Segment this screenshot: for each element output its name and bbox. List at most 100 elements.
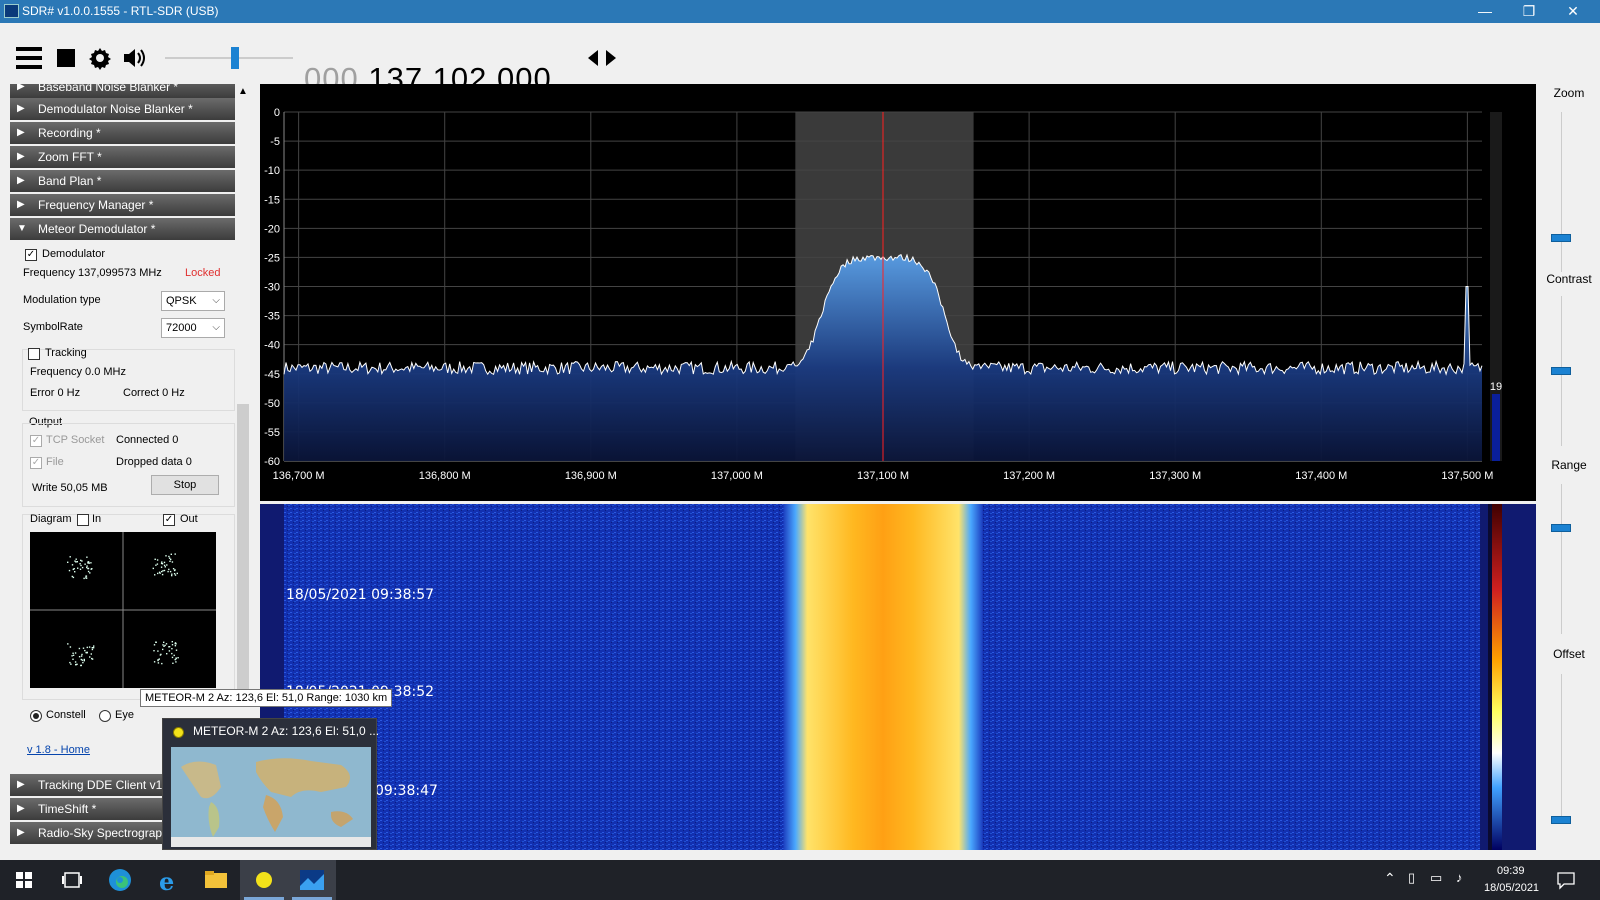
- x-tick-label: 137,500 M: [1441, 470, 1493, 482]
- spectrum-side-value: 19: [1490, 381, 1502, 393]
- constellation-point: [172, 568, 175, 570]
- constell-radio[interactable]: [30, 710, 42, 722]
- constellation-point: [81, 659, 84, 661]
- diagram-out-label: Out: [180, 513, 198, 525]
- menu-icon[interactable]: [16, 47, 42, 69]
- constellation-point: [83, 577, 85, 580]
- sdrsharp-taskbar-icon[interactable]: [288, 860, 336, 900]
- tcp-socket-checkbox[interactable]: ✓: [30, 435, 42, 447]
- constellation-point: [72, 654, 75, 656]
- plugin-header-band-plan[interactable]: ▶ Band Plan *: [10, 170, 235, 192]
- file-checkbox[interactable]: ✓: [30, 457, 42, 469]
- task-view-icon[interactable]: [48, 860, 96, 900]
- constellation-point: [85, 577, 88, 579]
- network-icon[interactable]: ▭: [1430, 870, 1442, 886]
- constellation-point: [67, 561, 69, 563]
- constellation-point: [89, 572, 91, 574]
- constellation-point: [85, 575, 88, 577]
- orbitron-taskbar-icon[interactable]: [240, 860, 288, 900]
- constellation-point: [156, 563, 159, 565]
- offset-slider[interactable]: [1561, 674, 1562, 824]
- clock-date[interactable]: 18/05/2021: [1484, 882, 1539, 894]
- speaker-icon[interactable]: [122, 47, 148, 69]
- plugin-header-baseband-noise-blanker[interactable]: ▶ Baseband Noise Blanker *: [10, 84, 235, 98]
- waterfall-signal-band: [783, 504, 983, 850]
- home-link[interactable]: v 1.8 - Home: [27, 744, 90, 756]
- show-hidden-icons-icon[interactable]: ⌃: [1384, 870, 1396, 887]
- constellation-point: [174, 645, 177, 647]
- volume-slider[interactable]: [165, 47, 293, 69]
- constellation-point: [83, 658, 85, 661]
- constellation-point: [171, 573, 173, 575]
- tuning-arrows-icon[interactable]: [588, 49, 616, 67]
- edge-browser-icon[interactable]: [96, 860, 144, 900]
- x-tick-label: 136,900 M: [565, 470, 617, 482]
- constellation-point: [78, 647, 81, 650]
- offset-slider-thumb[interactable]: [1551, 816, 1571, 824]
- x-tick-label: 136,700 M: [273, 470, 325, 482]
- x-tick-label: 136,800 M: [419, 470, 471, 482]
- contrast-slider-thumb[interactable]: [1551, 367, 1571, 375]
- close-button[interactable]: ✕: [1550, 1, 1596, 22]
- constellation-point: [74, 652, 77, 654]
- notifications-icon[interactable]: [1556, 870, 1576, 890]
- taskbar-thumbnail-popup[interactable]: METEOR-M 2 Az: 123,6 El: 51,0 ...: [162, 718, 379, 850]
- plugin-header-zoom-fft[interactable]: ▶ Zoom FFT *: [10, 146, 235, 168]
- orbitron-app-icon: [173, 727, 184, 738]
- scrollbar-thumb[interactable]: [237, 404, 249, 694]
- tracking-checkbox[interactable]: [28, 348, 40, 360]
- constellation-point: [163, 569, 166, 572]
- usb-device-icon[interactable]: ▯: [1408, 870, 1415, 886]
- display-controls-panel: Zoom Contrast Range Offset: [1538, 84, 1600, 850]
- spectrum-analyzer[interactable]: 0 -5 -10 -15 -20 -25 -30 -35 -40 -45 -50 -55 -60 136,…: [260, 84, 1536, 501]
- constellation-point: [161, 561, 163, 563]
- constellation-point: [91, 658, 94, 660]
- start-windows-icon[interactable]: [0, 860, 48, 900]
- plugin-header-meteor-demodulator[interactable]: ▼ Meteor Demodulator *: [10, 218, 235, 240]
- minimize-button[interactable]: —: [1462, 1, 1508, 22]
- waterfall-display[interactable]: 18/05/2021 09:38:57 18/05/2021 09:38:52 …: [260, 504, 1536, 850]
- zoom-slider[interactable]: [1561, 112, 1562, 272]
- file-status: Dropped data 0: [116, 456, 192, 468]
- constellation-point: [162, 570, 164, 572]
- constellation-point: [80, 655, 83, 657]
- eye-radio[interactable]: [99, 710, 111, 722]
- plugin-header-frequency-manager[interactable]: ▶ Frequency Manager *: [10, 194, 235, 216]
- constellation-point: [168, 557, 171, 559]
- file-explorer-icon[interactable]: [192, 860, 240, 900]
- range-slider[interactable]: [1561, 484, 1562, 634]
- symbolrate-select[interactable]: 72000 ⌵: [161, 318, 225, 338]
- plugin-header-recording[interactable]: ▶ Recording *: [10, 122, 235, 144]
- toolbar: 000.137.102.000: [0, 23, 1600, 96]
- y-tick-label: -30: [264, 282, 280, 294]
- constellation-point: [174, 658, 176, 661]
- constellation-point: [91, 648, 94, 651]
- constellation-point: [164, 644, 166, 647]
- stop-button[interactable]: Stop: [151, 475, 219, 495]
- y-tick-label: -25: [264, 252, 280, 264]
- scroll-up-icon[interactable]: ▲: [238, 86, 248, 97]
- plugin-header-demodulator-noise-blanker[interactable]: ▶ Demodulator Noise Blanker *: [10, 98, 235, 120]
- constellation-point: [168, 568, 170, 571]
- range-slider-thumb[interactable]: [1551, 524, 1571, 532]
- volume-slider-thumb[interactable]: [231, 47, 239, 69]
- maximize-button[interactable]: ❐: [1506, 1, 1552, 22]
- settings-gear-icon[interactable]: [88, 46, 112, 70]
- waterfall-timestamp: 18/05/2021 09:38:57: [286, 587, 434, 603]
- clock-time[interactable]: 09:39: [1497, 865, 1525, 877]
- x-tick-label: 137,200 M: [1003, 470, 1055, 482]
- y-tick-label: 0: [274, 107, 280, 119]
- y-tick-label: -5: [270, 136, 280, 148]
- constellation-point: [88, 562, 90, 564]
- volume-icon[interactable]: ♪: [1456, 870, 1463, 885]
- constellation-diagram: [30, 532, 216, 688]
- constellation-point: [86, 652, 88, 654]
- demodulator-checkbox[interactable]: ✓: [25, 249, 37, 261]
- modulation-type-select[interactable]: QPSK ⌵: [161, 291, 225, 311]
- y-tick-label: -20: [264, 223, 280, 235]
- stop-icon[interactable]: [57, 49, 75, 67]
- zoom-slider-thumb[interactable]: [1551, 234, 1571, 242]
- internet-explorer-icon[interactable]: e: [144, 860, 192, 900]
- diagram-out-checkbox[interactable]: ✓: [163, 514, 175, 526]
- diagram-in-checkbox[interactable]: [77, 514, 89, 526]
